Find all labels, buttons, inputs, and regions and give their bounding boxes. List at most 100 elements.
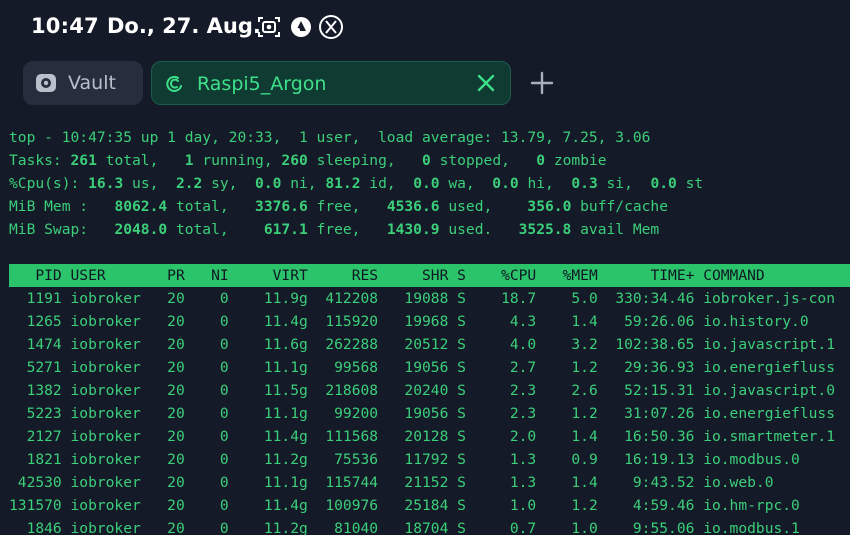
column-header-res[interactable]: RES xyxy=(308,267,378,284)
status-bar: 10:47 Do., 27. Aug. xyxy=(0,0,850,56)
process-cell: io.javascript.1 xyxy=(694,336,844,353)
process-cell: io.web.0 xyxy=(694,474,844,491)
process-cell: io.modbus.1 xyxy=(694,520,844,535)
process-cell: 20 xyxy=(149,497,185,514)
process-cell: io.javascript.0 xyxy=(694,382,844,399)
process-cell: 16:50.36 xyxy=(597,428,695,445)
process-cell: 11.1g xyxy=(228,359,308,376)
process-cell: iobroker xyxy=(61,290,150,307)
process-cell: 5271 xyxy=(9,359,62,376)
process-cell: 0 xyxy=(184,382,229,399)
process-cell: 21152 xyxy=(378,474,449,491)
process-cell: 1846 xyxy=(9,520,62,535)
process-cell: 2.6 xyxy=(536,382,598,399)
process-cell: 19968 xyxy=(378,313,449,330)
process-cell: 20 xyxy=(149,474,185,491)
process-cell: 0 xyxy=(184,520,229,535)
add-tab-icon[interactable] xyxy=(528,69,556,97)
column-header-ni[interactable]: NI xyxy=(185,267,229,284)
process-row: 1821 iobroker 20 0 11.2g 75536 11792 S 1… xyxy=(9,448,844,471)
process-cell: 11.4g xyxy=(228,497,308,514)
column-header-cpu[interactable]: %CPU xyxy=(475,267,536,284)
process-row: 2127 iobroker 20 0 11.4g 111568 20128 S … xyxy=(9,425,844,448)
tab-label: Raspi5_Argon xyxy=(197,73,327,95)
sync-icon xyxy=(291,17,311,37)
terminal-output[interactable]: top - 10:47:35 up 1 day, 20:33, 1 user, … xyxy=(0,126,850,535)
process-cell: 29:36.93 xyxy=(597,359,695,376)
process-cell: iobroker xyxy=(61,382,150,399)
process-cell: 20 xyxy=(149,520,185,535)
column-header-virt[interactable]: VIRT xyxy=(229,267,308,284)
process-cell: 100976 xyxy=(307,497,379,514)
x-icon xyxy=(319,15,343,39)
column-header-mem[interactable]: %MEM xyxy=(536,267,598,284)
process-cell: io.modbus.0 xyxy=(694,451,844,468)
process-cell: 20 xyxy=(149,382,185,399)
process-row: 131570 iobroker 20 0 11.4g 100976 25184 … xyxy=(9,494,844,517)
process-cell: 0.9 xyxy=(536,451,598,468)
column-header-pr[interactable]: PR xyxy=(150,267,185,284)
tab-vault[interactable]: Vault xyxy=(23,61,143,105)
process-cell: iobroker xyxy=(61,428,150,445)
process-cell: io.history.0 xyxy=(694,313,844,330)
process-cell: 81040 xyxy=(307,520,379,535)
process-cell: 42530 xyxy=(9,474,62,491)
column-header-shr[interactable]: SHR xyxy=(378,267,448,284)
process-cell: 4.3 xyxy=(474,313,537,330)
tasks-line: Tasks: 261 total, 1 running, 260 sleepin… xyxy=(9,152,607,169)
process-cell: 18704 xyxy=(378,520,449,535)
process-cell: 19056 xyxy=(378,405,449,422)
process-cell: 20 xyxy=(149,313,185,330)
process-cell: 11.1g xyxy=(228,405,308,422)
process-cell: 20 xyxy=(149,428,185,445)
tab-raspi5-argon[interactable]: Raspi5_Argon xyxy=(151,61,511,105)
process-cell: 9:43.52 xyxy=(597,474,695,491)
process-row: 42530 iobroker 20 0 11.1g 115744 21152 S… xyxy=(9,471,844,494)
process-cell: 412208 xyxy=(307,290,379,307)
process-cell: 0 xyxy=(184,428,229,445)
process-cell: 1.2 xyxy=(536,359,598,376)
process-cell: 2.3 xyxy=(474,382,537,399)
process-cell: 102:38.65 xyxy=(597,336,695,353)
process-cell: 19088 xyxy=(378,290,449,307)
column-header-user[interactable]: USER xyxy=(62,267,150,284)
debian-swirl-icon xyxy=(166,75,182,92)
process-cell: 20 xyxy=(149,290,185,307)
column-header-command[interactable]: COMMAND xyxy=(694,267,843,284)
process-cell: 0 xyxy=(184,336,229,353)
process-cell: 1821 xyxy=(9,451,62,468)
process-cell: 0 xyxy=(184,405,229,422)
process-cell: 11.9g xyxy=(228,290,308,307)
column-header-time[interactable]: TIME+ xyxy=(598,267,694,284)
process-cell: 1.3 xyxy=(474,474,537,491)
column-header-s[interactable]: S xyxy=(448,267,474,284)
close-tab-icon[interactable] xyxy=(474,71,498,95)
screenshot-icon xyxy=(258,17,280,37)
process-cell: S xyxy=(448,382,475,399)
process-cell: 0 xyxy=(184,290,229,307)
process-cell: S xyxy=(448,359,475,376)
process-cell: 3.2 xyxy=(536,336,598,353)
process-cell: 20240 xyxy=(378,382,449,399)
tab-label: Vault xyxy=(68,72,116,94)
process-cell: 1.2 xyxy=(536,405,598,422)
process-cell: 20128 xyxy=(378,428,449,445)
process-row: 1474 iobroker 20 0 11.6g 262288 20512 S … xyxy=(9,333,844,356)
process-cell: 4:59.46 xyxy=(597,497,695,514)
process-table-header: PID USER PR NI VIRT RES SHR S %CPU %MEM … xyxy=(9,264,850,287)
process-row: 1191 iobroker 20 0 11.9g 412208 19088 S … xyxy=(9,287,844,310)
process-cell: 0.7 xyxy=(474,520,537,535)
process-cell: 5223 xyxy=(9,405,62,422)
process-cell: 11.1g xyxy=(228,474,308,491)
process-cell: 115920 xyxy=(307,313,379,330)
process-cell: 262288 xyxy=(307,336,379,353)
cpu-line: %Cpu(s): 16.3 us, 2.2 sy, 0.0 ni, 81.2 i… xyxy=(9,175,704,192)
process-cell: 0 xyxy=(184,474,229,491)
process-cell: 1265 xyxy=(9,313,62,330)
process-cell: 59:26.06 xyxy=(597,313,695,330)
process-cell: S xyxy=(448,290,475,307)
column-header-pid[interactable]: PID xyxy=(9,267,61,284)
process-cell: 1.0 xyxy=(474,497,537,514)
process-cell: 330:34.46 xyxy=(597,290,695,307)
process-cell: 111568 xyxy=(307,428,379,445)
